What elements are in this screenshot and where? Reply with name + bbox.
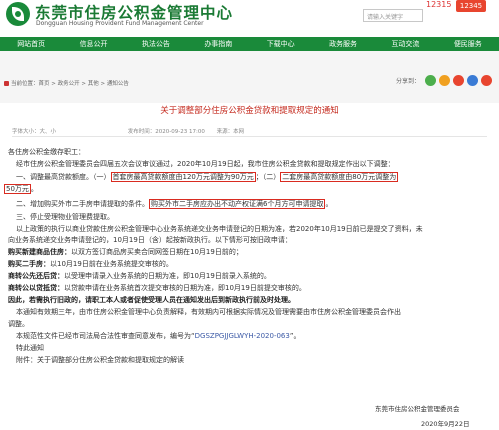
highlight-first-home: 首套房最高贷款额度由120万元调整为90万元 [110, 172, 256, 182]
qq-icon[interactable] [467, 75, 479, 86]
nav-item-download[interactable]: 下载中心 [250, 37, 312, 51]
nav-item-info[interactable]: 信息公开 [62, 37, 124, 51]
search-hotline: 12315 [426, 0, 452, 9]
paragraph-withdraw: 二、增加购买外市二手房申请提取的条件。 购买外市二手房应办出不动产权证满6个月方可… [16, 199, 332, 209]
case-text: 以10月19日前在业务系统提交审核的。 [50, 260, 173, 268]
attachment-link[interactable]: 附件：关于调整部分住房公积金贷款和提取规定的解读 [16, 356, 184, 365]
paragraph-intro: 经市住房公积金管理委员会四届五次会议审议通过，2020年10月19日起，我市住房… [16, 160, 395, 168]
paragraph-legal: 本规范性文件已经市司法局合法性审查同意发布，编号为“DGSZPGJJGLWYH-… [16, 332, 300, 341]
more-share-icon[interactable] [481, 75, 493, 86]
case-repay-first: 商转公先还后贷：以受理申请录入业务系统的日期为准，即10月19日前录入系统的。 [8, 272, 271, 281]
nav-item-service[interactable]: 政务服务 [312, 37, 374, 51]
document-code: DGSZPGJJGLWYH-2020-063 [194, 332, 290, 340]
issue-date: 2020年9月22日 [421, 420, 470, 428]
divider [12, 136, 487, 137]
case-label: 商转公以贷抵贷： [8, 284, 64, 292]
greeting: 各住房公积金缴存职工： [8, 148, 85, 156]
case-second-hand: 购买二手房：以10月19日前在业务系统提交审核的。 [8, 260, 173, 269]
loan-limit-label: 一、调整最高贷款额度。（一） [16, 173, 111, 181]
legal-suffix: ”。 [289, 332, 301, 340]
legal-text: 本规范性文件已经市司法局合法性审查同意发布，编号为“ [16, 332, 195, 340]
publish-date: 发布时间：2020-09-23 17:00 [127, 129, 205, 135]
nav-item-convenience[interactable]: 便民服务 [437, 37, 499, 51]
search-button[interactable]: 12345 [456, 0, 486, 12]
wechat-icon[interactable] [425, 75, 437, 86]
breadcrumb-bar: 当前位置：首页 > 政务公开 > 其他 > 通知公告 分享到： [0, 51, 499, 103]
share-label: 分享到： [396, 78, 421, 85]
case-loan-offset: 商转公以贷抵贷：以贷款申请在业务系统首次提交审核的日期为准，即10月19日前提交… [8, 284, 306, 293]
paragraph-reminder: 因此，若需执行旧政的，请职工本人或者促使受理人员在通知发出后到新政执行前及时处理… [8, 296, 295, 304]
highlight-second-home: 二套房最高贷款额度由80万元调整为 [280, 172, 399, 182]
period: 。 [325, 200, 333, 208]
share-bar: 分享到： [396, 75, 493, 86]
case-label: 商转公先还后贷： [8, 272, 64, 280]
article-meta: 字体大小：大、小 发布时间：2020-09-23 17:00 来源：本网 [12, 127, 482, 135]
nav-item-law[interactable]: 执法公告 [125, 37, 187, 51]
breadcrumb-text[interactable]: 当前位置：首页 > 政务公开 > 其他 > 通知公告 [11, 81, 129, 87]
case-new-house: 购买新建商品住房：以双方签订商品房买卖合同网签日期在10月19日前的； [8, 248, 243, 257]
main-nav: 网站首页 信息公开 执法公告 办事指南 下载中心 政务服务 互动交流 便民服务 [0, 37, 499, 51]
highlight-withdraw-condition: 购买外市二手房应办出不动产权证满6个月方可申请提取 [149, 199, 326, 209]
paragraph-property-fee: 三、停止受理物业管理费提取。 [16, 213, 114, 221]
paragraph-loan-limit-cont: 50万元。 [4, 184, 38, 194]
paragraph-validity-cont: 调整。 [8, 320, 29, 328]
breadcrumb[interactable]: 当前位置：首页 > 政务公开 > 其他 > 通知公告 [4, 79, 129, 87]
article-title: 关于调整部分住房公积金贷款和提取规定的通知 [160, 106, 339, 116]
nav-item-interact[interactable]: 互动交流 [374, 37, 436, 51]
case-label: 购买新建商品住房： [8, 248, 71, 256]
font-size-toggle[interactable]: 字体大小：大、小 [12, 129, 56, 135]
case-label: 购买二手房： [8, 260, 50, 268]
qzone-icon[interactable] [439, 75, 451, 86]
notice-closing: 特此通知 [16, 344, 44, 352]
site-header: 东莞市住房公积金管理中心 Dongguan Housing Provident … [0, 0, 499, 37]
paragraph-validity: 本通知有效期三年，由市住房公积金管理中心负责解释，有效期内可根据实际情况及管理需… [16, 308, 401, 316]
loan-limit-sep: ；（二） [255, 173, 281, 181]
period: 。 [30, 185, 38, 193]
withdraw-label: 二、增加购买外市二手房申请提取的条件。 [16, 200, 149, 208]
search-input[interactable]: 请输入关键字 [363, 9, 423, 22]
article-source: 来源：本网 [216, 129, 245, 135]
logo-icon[interactable] [6, 2, 30, 26]
nav-item-home[interactable]: 网站首页 [0, 37, 62, 51]
weibo-icon[interactable] [453, 75, 465, 86]
home-icon [4, 81, 9, 86]
case-text: 以受理申请录入业务系统的日期为准，即10月19日前录入系统的。 [64, 272, 271, 280]
paragraph-policy: 以上政策的执行以商业贷款住房公积金管理中心业务系统递交业务申请登记的日期为准，若… [16, 225, 423, 233]
issuer: 东莞市住房公积金管理委员会 [375, 405, 460, 413]
site-subtitle: Dongguan Housing Provident Fund Manageme… [36, 20, 204, 27]
paragraph-loan-limit: 一、调整最高贷款额度。（一） 首套房最高贷款额度由120万元调整为90万元 ；（二）… [16, 172, 399, 182]
nav-item-guide[interactable]: 办事指南 [187, 37, 249, 51]
case-text: 以贷款申请在业务系统首次提交审核的日期为准，即10月19日前提交审核的。 [64, 284, 306, 292]
highlight-second-home-amount: 50万元 [4, 184, 31, 194]
case-text: 以双方签订商品房买卖合同网签日期在10月19日前的； [71, 248, 243, 256]
paragraph-policy-cont: 向业务系统递交业务申请登记的，10月19日（含）起按新政执行。以下情形可按旧政申… [8, 236, 292, 244]
